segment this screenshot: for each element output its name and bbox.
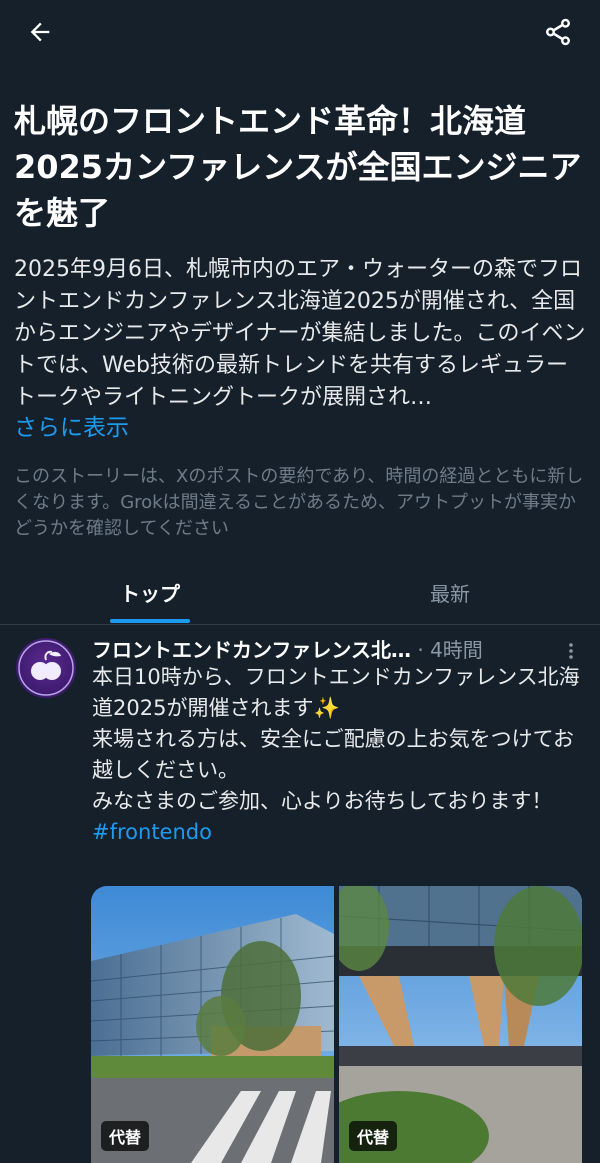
story-title: 札幌のフロントエンド革命！北海道2025カンファレンスが全国エンジニアを魅了 bbox=[14, 102, 582, 232]
author-avatar[interactable] bbox=[16, 638, 76, 698]
arrow-left-icon bbox=[30, 22, 50, 42]
grok-disclaimer: このストーリーは、Xのポストの要約であり、時間の経過とともに新しくなります。Gr… bbox=[14, 466, 584, 539]
post-image-2[interactable]: 代替 bbox=[339, 886, 582, 1163]
alt-text-badge[interactable]: 代替 bbox=[101, 1121, 150, 1151]
share-icon bbox=[546, 18, 570, 46]
avatar-logo-icon bbox=[18, 640, 74, 696]
post-author[interactable]: フロントエンドカンファレンス北… bbox=[92, 638, 411, 662]
tab-bar: トップ 最新 bbox=[0, 560, 600, 625]
post-line: 本日10時から、フロントエンドカンファレンス北海道2025が開催されます✨ bbox=[92, 665, 580, 720]
tab-latest[interactable]: 最新 bbox=[300, 560, 600, 624]
post-image-1[interactable]: 代替 bbox=[91, 886, 334, 1163]
show-more-link[interactable]: さらに表示 bbox=[14, 408, 129, 442]
back-button[interactable] bbox=[18, 10, 62, 54]
post-line: みなさまのご参加、心よりお待ちしております！ bbox=[92, 789, 553, 813]
story-summary: 2025年9月6日、札幌市内のエア・ウォーターの森でフロントエンドカンファレンス… bbox=[14, 257, 586, 410]
post-time: · 4時間 bbox=[411, 638, 483, 662]
hashtag-link[interactable]: #frontendo bbox=[92, 820, 212, 844]
tab-top[interactable]: トップ bbox=[0, 560, 300, 624]
post-line: 来場される方は、安全にご配慮の上お気をつけてお越しください。 bbox=[92, 727, 574, 782]
more-vertical-icon bbox=[569, 643, 573, 659]
post-header: フロントエンドカンファレンス北… · 4時間 bbox=[92, 634, 562, 664]
alt-text-badge[interactable]: 代替 bbox=[349, 1121, 398, 1151]
tab-indicator bbox=[110, 619, 190, 623]
post-text: 本日10時から、フロントエンドカンファレンス北海道2025が開催されます✨ 来場… bbox=[92, 662, 586, 848]
share-button[interactable] bbox=[536, 10, 580, 54]
top-bar bbox=[0, 0, 600, 64]
